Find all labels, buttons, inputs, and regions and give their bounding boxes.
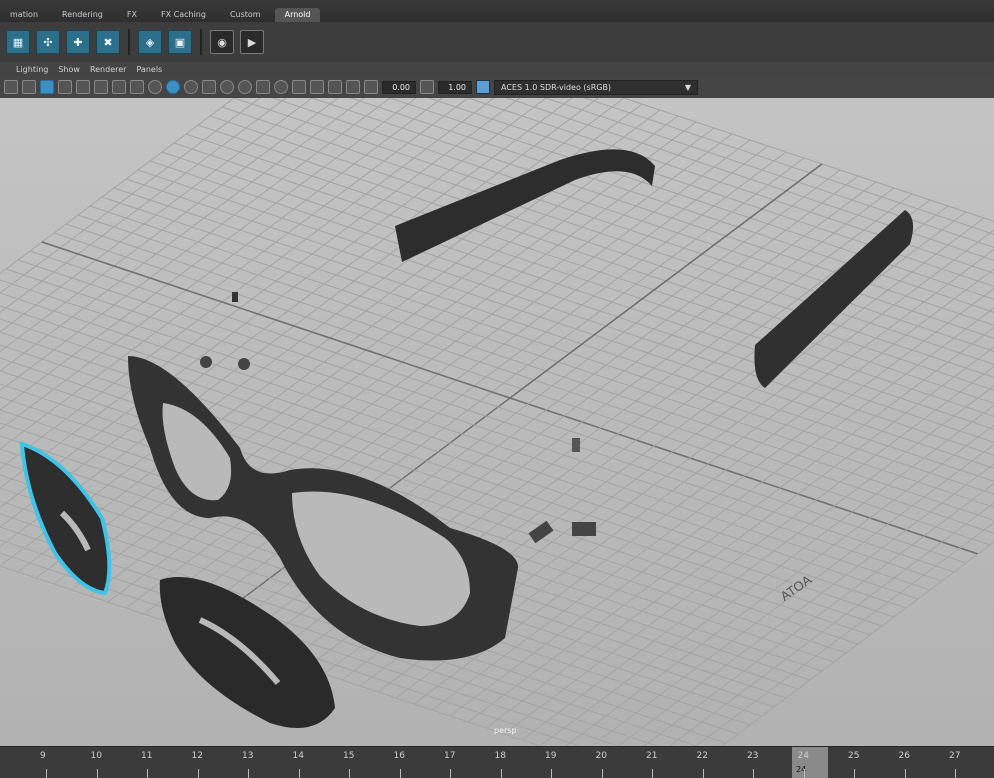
sphere-light-icon[interactable]: ✚ (66, 30, 90, 54)
hinge-part (572, 522, 596, 536)
camera-label: persp (494, 726, 517, 735)
viewport-panel-menu: Lighting Show Renderer Panels (0, 62, 994, 76)
area-light-icon[interactable]: ✖ (96, 30, 120, 54)
play-icon[interactable]: ▶ (240, 30, 264, 54)
frame-tick-label: 9 (40, 751, 46, 761)
tab-animation[interactable]: mation (0, 8, 48, 22)
separator (200, 29, 202, 55)
wireframe-icon[interactable] (148, 80, 162, 94)
chevron-down-icon: ▼ (684, 82, 691, 92)
shelf-icon-row: ▦ ✣ ✚ ✖ ◈ ▣ ◉ ▶ (0, 22, 994, 62)
grid-line (669, 502, 994, 746)
backface-culling-icon[interactable] (346, 80, 360, 94)
color-management-icon[interactable] (476, 80, 490, 94)
frame-tick-label: 13 (242, 751, 254, 761)
scene-text-atoa: ATOA (778, 572, 815, 604)
grid-line (643, 482, 994, 746)
screw-part (238, 358, 250, 370)
menu-panels[interactable]: Panels (136, 65, 162, 74)
frame-tick-label: 15 (343, 751, 355, 761)
exposure-field[interactable]: 0.00 (382, 80, 416, 94)
viewport-toolbar: 0.00 1.00 ACES 1.0 SDR-video (sRGB) ▼ (0, 76, 994, 98)
textured-icon[interactable] (202, 80, 216, 94)
frame-tick-label: 10 (90, 751, 102, 761)
temple-arm-left (395, 149, 655, 262)
tab-arnold[interactable]: Arnold (274, 8, 321, 22)
isolate-select-icon[interactable] (292, 80, 306, 94)
perspective-viewport[interactable]: ATOA persp (0, 98, 994, 746)
frame-tick-label: 16 (393, 751, 405, 761)
image-plane-icon[interactable] (310, 80, 324, 94)
frame-tick-label: 17 (444, 751, 456, 761)
ambient-occlusion-icon[interactable] (256, 80, 270, 94)
film-gate-icon[interactable] (58, 80, 72, 94)
exposure-icon[interactable] (364, 80, 378, 94)
shelf-tab-bar: mation Rendering FX FX Caching Custom Ar… (0, 0, 994, 22)
tab-rendering[interactable]: Rendering (52, 8, 113, 22)
grid-line (485, 346, 994, 729)
frame-tick-label: 26 (898, 751, 910, 761)
frame-tick-label: 14 (292, 751, 304, 761)
screw-part (200, 356, 212, 368)
grid-line (173, 142, 994, 417)
smooth-shade-icon[interactable] (166, 80, 180, 94)
resolution-gate-icon[interactable] (76, 80, 90, 94)
current-frame-value: 24 (796, 765, 807, 774)
pin-part (572, 438, 580, 452)
wireframe-on-shaded-icon[interactable] (184, 80, 198, 94)
frame-tick-label: 18 (494, 751, 506, 761)
frame-tick-label: 25 (848, 751, 860, 761)
safe-action-icon[interactable] (130, 80, 144, 94)
frame-tick-label: 20 (595, 751, 607, 761)
tab-custom[interactable]: Custom (220, 8, 271, 22)
camera-attributes-icon[interactable] (22, 80, 36, 94)
frame-tick-label: 21 (646, 751, 658, 761)
field-chart-icon[interactable] (112, 80, 126, 94)
render-settings-icon[interactable]: ▦ (6, 30, 30, 54)
tab-fx[interactable]: FX (117, 8, 147, 22)
hinge-part (232, 292, 238, 302)
select-camera-icon[interactable] (4, 80, 18, 94)
frame-tick-label: 27 (949, 751, 961, 761)
scene-canvas: ATOA (0, 98, 994, 746)
shadows-icon[interactable] (238, 80, 252, 94)
menu-renderer[interactable]: Renderer (90, 65, 127, 74)
temple-arm-right (754, 210, 914, 388)
two-sided-lighting-icon[interactable] (328, 80, 342, 94)
frame-tick-label: 23 (747, 751, 759, 761)
color-space-label: ACES 1.0 SDR-video (sRGB) (501, 82, 612, 92)
frame-tick-label: 19 (545, 751, 557, 761)
gamma-icon[interactable] (420, 80, 434, 94)
skydome-icon[interactable]: ◈ (138, 30, 162, 54)
time-slider[interactable]: 24 9 10 11 12 13 14 15 16 17 18 19 20 21 22 23 24 25 26 27 (0, 746, 994, 778)
grid-icon[interactable] (40, 80, 54, 94)
frame-tick-label: 22 (696, 751, 708, 761)
menu-lighting[interactable]: Lighting (16, 65, 48, 74)
separator (128, 29, 130, 55)
tab-fx-caching[interactable]: FX Caching (151, 8, 216, 22)
grid-line (617, 463, 994, 746)
camera-eye-icon[interactable]: ◉ (210, 30, 234, 54)
volume-icon[interactable]: ▣ (168, 30, 192, 54)
gate-mask-icon[interactable] (94, 80, 108, 94)
menu-show[interactable]: Show (58, 65, 80, 74)
gamma-field[interactable]: 1.00 (438, 80, 472, 94)
lights-icon[interactable] (220, 80, 234, 94)
frame-tick-label: 24 (797, 751, 809, 761)
ipr-icon[interactable]: ✣ (36, 30, 60, 54)
color-space-dropdown[interactable]: ACES 1.0 SDR-video (sRGB) ▼ (494, 79, 698, 95)
frame-tick-label: 12 (191, 751, 203, 761)
xray-icon[interactable] (274, 80, 288, 94)
frame-tick-label: 11 (141, 751, 153, 761)
